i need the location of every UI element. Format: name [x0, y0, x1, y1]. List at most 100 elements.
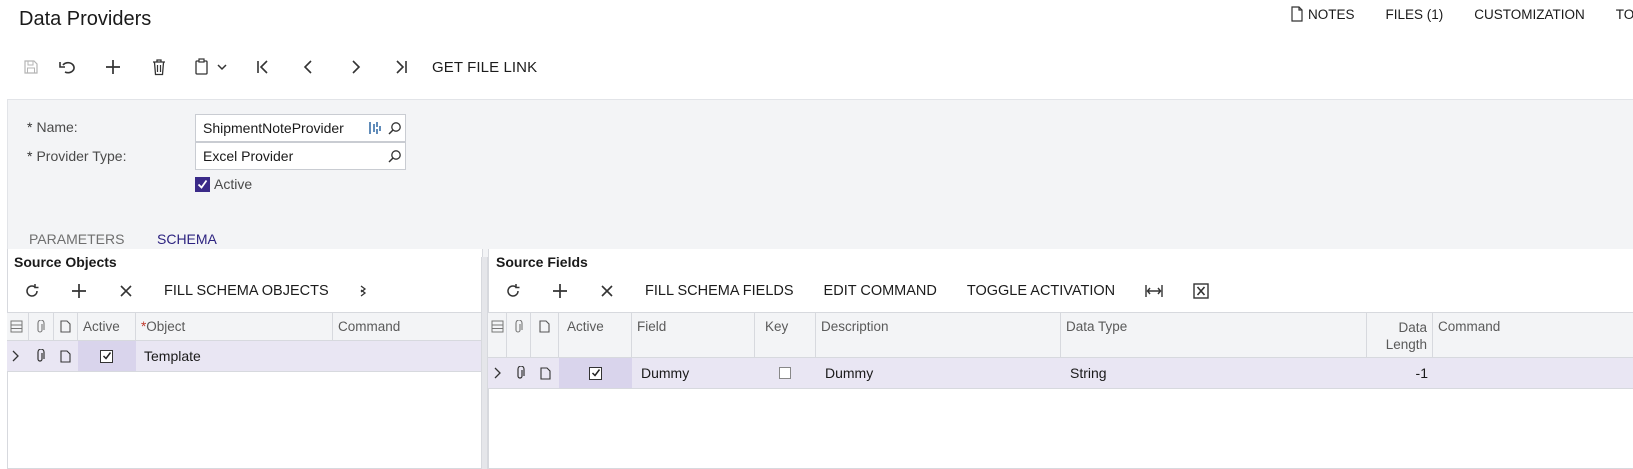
- column-active[interactable]: Active: [78, 313, 136, 340]
- double-chevron-icon: [360, 285, 366, 297]
- row-field[interactable]: Dummy: [632, 358, 755, 388]
- copy-paste-button[interactable]: [182, 52, 240, 82]
- source-objects-header: Active *Object Command: [7, 312, 482, 341]
- copy-paste-icon: [195, 58, 208, 75]
- active-checkbox[interactable]: [195, 176, 210, 192]
- add-field-button[interactable]: [536, 276, 583, 306]
- column-description[interactable]: Description: [816, 313, 1061, 357]
- name-label: * Name:: [27, 119, 78, 135]
- last-icon: [396, 60, 407, 74]
- fit-columns-button[interactable]: [1130, 276, 1177, 306]
- undo-button[interactable]: [44, 52, 90, 82]
- main-toolbar: GET FILE LINK: [18, 52, 537, 82]
- save-icon: [24, 60, 38, 74]
- hierarchy-icon[interactable]: [368, 120, 382, 136]
- first-record-button[interactable]: [240, 52, 286, 82]
- add-icon: [552, 284, 567, 298]
- active-label: Active: [214, 176, 253, 192]
- attachment-icon[interactable]: [507, 358, 531, 388]
- row-active-checkbox[interactable]: [589, 366, 602, 380]
- column-data-length[interactable]: Data Length: [1367, 313, 1433, 357]
- tools-label: TO: [1615, 6, 1633, 22]
- source-fields-header: Active Field Key Description Data Type D…: [488, 312, 1633, 358]
- first-icon: [257, 60, 268, 74]
- column-settings-icon[interactable]: [7, 313, 29, 340]
- source-objects-title: Source Objects: [14, 254, 117, 270]
- files-label: FILES (1): [1385, 6, 1444, 22]
- row-command[interactable]: [333, 341, 482, 371]
- undo-icon: [59, 61, 75, 74]
- close-icon: [600, 285, 613, 297]
- table-row[interactable]: Template: [7, 341, 482, 372]
- column-settings-icon[interactable]: [488, 313, 507, 357]
- excel-icon: [1192, 283, 1209, 299]
- row-active-cell[interactable]: [78, 341, 136, 371]
- refresh-objects-button[interactable]: [8, 276, 55, 306]
- column-command[interactable]: Command: [333, 313, 482, 340]
- delete-icon: [153, 58, 165, 75]
- get-file-link-button[interactable]: GET FILE LINK: [432, 59, 537, 76]
- row-object[interactable]: Template: [136, 341, 333, 371]
- search-icon[interactable]: [388, 149, 402, 163]
- top-links: NOTES FILES (1) CUSTOMIZATION TO: [1290, 6, 1633, 22]
- tab-parameters[interactable]: PARAMETERS: [29, 231, 124, 247]
- check-icon: [102, 352, 111, 360]
- previous-record-button[interactable]: [286, 52, 332, 82]
- provider-type-label: * Provider Type:: [27, 148, 127, 164]
- row-description[interactable]: Dummy: [816, 358, 1061, 388]
- column-data-type[interactable]: Data Type: [1061, 313, 1367, 357]
- customization-label: CUSTOMIZATION: [1474, 6, 1585, 22]
- check-icon: [197, 179, 208, 189]
- fill-schema-objects-button[interactable]: FILL SCHEMA OBJECTS: [164, 283, 329, 299]
- row-key-checkbox[interactable]: [779, 367, 791, 379]
- row-data-type[interactable]: String: [1061, 358, 1367, 388]
- delete-object-button[interactable]: [102, 276, 149, 306]
- tab-schema[interactable]: SCHEMA: [157, 231, 217, 247]
- delete-field-button[interactable]: [583, 276, 630, 306]
- add-object-button[interactable]: [55, 276, 102, 306]
- next-record-button[interactable]: [332, 52, 378, 82]
- column-object[interactable]: *Object: [136, 313, 333, 340]
- source-fields-title: Source Fields: [496, 254, 588, 270]
- expand-row-icon[interactable]: [7, 341, 29, 371]
- customization-link[interactable]: CUSTOMIZATION: [1474, 6, 1585, 22]
- page-title: Data Providers: [19, 8, 152, 30]
- save-button[interactable]: [18, 52, 44, 82]
- notes-link[interactable]: NOTES: [1290, 6, 1355, 22]
- fit-width-icon: [1144, 285, 1163, 297]
- add-icon: [106, 60, 120, 74]
- column-field[interactable]: Field: [632, 313, 755, 357]
- edit-command-button[interactable]: EDIT COMMAND: [824, 283, 937, 299]
- row-active-cell[interactable]: [559, 358, 632, 388]
- tools-link[interactable]: TO: [1616, 6, 1633, 22]
- name-field[interactable]: ShipmentNoteProvider: [195, 114, 406, 142]
- delete-button[interactable]: [136, 52, 182, 82]
- row-key-cell[interactable]: [755, 358, 816, 388]
- refresh-icon: [506, 284, 519, 297]
- more-objects-button[interactable]: [344, 276, 384, 306]
- check-icon: [591, 369, 600, 377]
- attachment-icon[interactable]: [29, 341, 54, 371]
- toggle-activation-button[interactable]: TOGGLE ACTIVATION: [967, 283, 1115, 299]
- row-command[interactable]: [1433, 358, 1633, 388]
- fill-schema-fields-button[interactable]: FILL SCHEMA FIELDS: [645, 283, 794, 299]
- search-icon[interactable]: [388, 121, 402, 135]
- refresh-fields-button[interactable]: [489, 276, 536, 306]
- export-excel-button[interactable]: [1177, 276, 1224, 306]
- pane-splitter[interactable]: [481, 257, 488, 469]
- add-button[interactable]: [90, 52, 136, 82]
- table-row[interactable]: Dummy Dummy String -1: [488, 358, 1633, 389]
- note-icon[interactable]: [531, 358, 559, 388]
- last-record-button[interactable]: [378, 52, 424, 82]
- expand-row-icon[interactable]: [488, 358, 507, 388]
- note-header-icon: [54, 313, 78, 340]
- provider-type-field[interactable]: Excel Provider: [195, 142, 406, 170]
- row-active-checkbox[interactable]: [100, 349, 113, 363]
- column-key[interactable]: Key: [755, 313, 816, 357]
- row-data-length[interactable]: -1: [1367, 358, 1433, 388]
- column-command[interactable]: Command: [1433, 313, 1633, 357]
- column-active[interactable]: Active: [559, 313, 632, 357]
- note-icon[interactable]: [54, 341, 78, 371]
- source-objects-toolbar: FILL SCHEMA OBJECTS: [8, 276, 384, 306]
- files-link[interactable]: FILES (1): [1386, 6, 1444, 22]
